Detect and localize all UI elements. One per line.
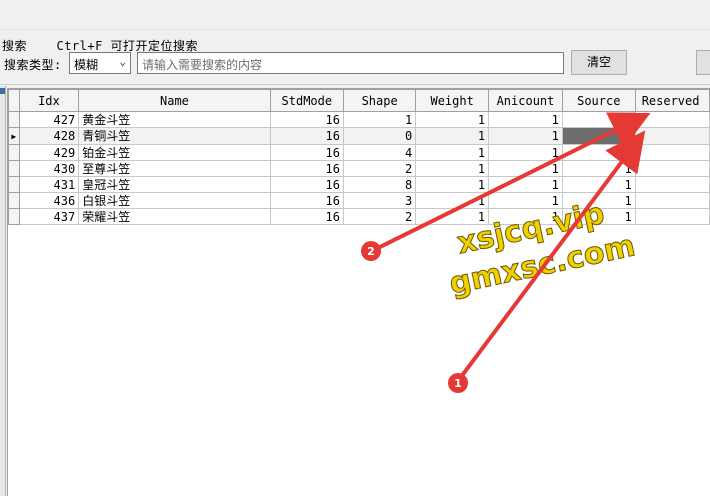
table-cell-source[interactable]: 1	[561, 144, 636, 161]
search-input[interactable]: 请输入需要搜索的内容	[137, 52, 564, 74]
table-cell-name[interactable]: 青铜斗笠	[78, 127, 271, 145]
column-header[interactable]: Name	[78, 89, 271, 112]
table-cell-anicount[interactable]: 1	[488, 111, 563, 128]
row-indicator[interactable]: ▶	[8, 127, 20, 145]
table-cell-shape[interactable]: 2	[342, 160, 417, 177]
table-cell-anicount[interactable]: 1	[488, 127, 563, 145]
splitter-marker	[0, 88, 5, 94]
table-cell-idx[interactable]: 436	[18, 192, 80, 209]
table-cell-shape[interactable]: 2	[342, 208, 417, 225]
table-row[interactable]: 436 白银斗笠 16 3 1 1 1	[8, 192, 710, 209]
column-header[interactable]: Idx	[18, 89, 80, 112]
search-type-value: 模糊	[74, 58, 99, 72]
column-header[interactable]: Weight	[415, 89, 490, 112]
search-type-select[interactable]: 模糊 ⌄	[69, 52, 131, 74]
table-cell-source[interactable]: 1	[561, 208, 636, 225]
table-row[interactable]: 437 荣耀斗笠 16 2 1 1 1	[8, 208, 710, 225]
table-cell-stdmode[interactable]: 16	[269, 176, 344, 193]
table-cell-weight[interactable]: 1	[415, 160, 490, 177]
data-grid[interactable]: Idx Name StdMode Shape Weight Anicount S…	[7, 88, 710, 496]
table-cell-shape[interactable]: 0	[342, 127, 417, 145]
table-cell-idx[interactable]: 430	[18, 160, 80, 177]
row-indicator[interactable]	[8, 176, 20, 193]
table-cell-reserved[interactable]	[634, 127, 710, 145]
table-cell-name[interactable]: 白银斗笠	[78, 192, 271, 209]
table-cell-shape[interactable]: 8	[342, 176, 417, 193]
table-cell-name[interactable]: 至尊斗笠	[78, 160, 271, 177]
search-title: 搜索	[2, 39, 28, 53]
table-cell-shape[interactable]: 3	[342, 192, 417, 209]
clear-button[interactable]: 清空	[571, 50, 627, 75]
row-indicator[interactable]	[8, 111, 20, 128]
table-cell-reserved[interactable]	[634, 111, 710, 128]
table-cell-reserved[interactable]	[634, 160, 710, 177]
current-row-pointer-icon: ▶	[11, 132, 17, 141]
table-cell-idx[interactable]: 428	[18, 127, 80, 145]
table-cell-name[interactable]: 荣耀斗笠	[78, 208, 271, 225]
table-cell-weight[interactable]: 1	[415, 111, 490, 128]
table-cell-shape[interactable]: 1	[342, 111, 417, 128]
table-row[interactable]: 431 皇冠斗笠 16 8 1 1 1	[8, 176, 710, 193]
table-row[interactable]: 430 至尊斗笠 16 2 1 1 1	[8, 160, 710, 177]
table-cell-idx[interactable]: 427	[18, 111, 80, 128]
table-cell-source[interactable]: 0	[561, 127, 636, 145]
row-indicator[interactable]	[8, 208, 20, 225]
table-cell-stdmode[interactable]: 16	[269, 160, 344, 177]
column-header[interactable]: Shape	[342, 89, 417, 112]
table-row[interactable]: ▶ 428 青铜斗笠 16 0 1 1 0	[8, 127, 710, 145]
table-cell-reserved[interactable]	[634, 176, 710, 193]
row-indicator[interactable]	[8, 160, 20, 177]
table-cell-name[interactable]: 皇冠斗笠	[78, 176, 271, 193]
search-type-label: 搜索类型:	[4, 58, 62, 72]
table-cell-idx[interactable]: 431	[18, 176, 80, 193]
left-splitter[interactable]	[0, 86, 6, 496]
table-cell-anicount[interactable]: 1	[488, 176, 563, 193]
table-row[interactable]: 429 铂金斗笠 16 4 1 1 1	[8, 144, 710, 161]
table-cell-source[interactable]: 1	[561, 176, 636, 193]
table-cell-source[interactable]: 1	[561, 192, 636, 209]
column-header[interactable]: Reserved	[634, 89, 710, 112]
table-cell-weight[interactable]: 1	[415, 176, 490, 193]
items-table: Idx Name StdMode Shape Weight Anicount S…	[8, 89, 710, 225]
column-header[interactable]: Source	[561, 89, 636, 112]
table-cell-weight[interactable]: 1	[415, 144, 490, 161]
table-cell-shape[interactable]: 4	[342, 144, 417, 161]
chevron-down-icon: ⌄	[119, 55, 126, 68]
table-cell-stdmode[interactable]: 16	[269, 144, 344, 161]
table-cell-anicount[interactable]: 1	[488, 192, 563, 209]
table-cell-name[interactable]: 铂金斗笠	[78, 144, 271, 161]
table-cell-weight[interactable]: 1	[415, 127, 490, 145]
row-indicator-header	[8, 89, 20, 112]
table-cell-anicount[interactable]: 1	[488, 208, 563, 225]
row-indicator[interactable]	[8, 192, 20, 209]
table-cell-weight[interactable]: 1	[415, 208, 490, 225]
column-header[interactable]: StdMode	[269, 89, 344, 112]
table-cell-idx[interactable]: 437	[18, 208, 80, 225]
header-row: Idx Name StdMode Shape Weight Anicount S…	[8, 89, 710, 112]
table-cell-stdmode[interactable]: 16	[269, 127, 344, 145]
table-row[interactable]: 427 黄金斗笠 16 1 1 1 1	[8, 111, 710, 128]
table-cell-stdmode[interactable]: 16	[269, 111, 344, 128]
table-cell-anicount[interactable]: 1	[488, 160, 563, 177]
table-cell-reserved[interactable]	[634, 208, 710, 225]
table-cell-source[interactable]: 1	[561, 111, 636, 128]
search-shortcut-hint: Ctrl+F 可打开定位搜索	[56, 39, 199, 53]
table-cell-reserved[interactable]	[634, 192, 710, 209]
row-indicator[interactable]	[8, 144, 20, 161]
table-cell-stdmode[interactable]: 16	[269, 208, 344, 225]
divider	[0, 84, 710, 85]
table-cell-stdmode[interactable]: 16	[269, 192, 344, 209]
table-cell-source[interactable]: 1	[561, 160, 636, 177]
right-edge-button[interactable]	[696, 50, 710, 75]
table-cell-anicount[interactable]: 1	[488, 144, 563, 161]
table-cell-weight[interactable]: 1	[415, 192, 490, 209]
top-toolbar-area	[0, 0, 710, 30]
column-header[interactable]: Anicount	[488, 89, 563, 112]
table-cell-name[interactable]: 黄金斗笠	[78, 111, 271, 128]
table-cell-idx[interactable]: 429	[18, 144, 80, 161]
table-cell-reserved[interactable]	[634, 144, 710, 161]
